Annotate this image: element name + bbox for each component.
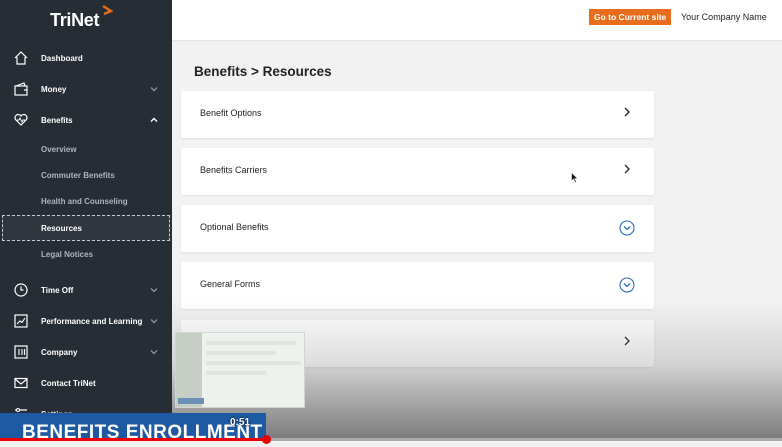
sidebar-item-company[interactable]: Company xyxy=(0,338,172,366)
chevron-down-icon[interactable] xyxy=(149,285,159,295)
sidebar-item-performance-and-learning[interactable]: Performance and Learning xyxy=(0,307,172,335)
thumbnail-row xyxy=(206,351,276,355)
go-to-current-site-button[interactable]: Go to Current site xyxy=(589,9,672,25)
chevron-down-icon[interactable] xyxy=(149,316,159,326)
company-icon xyxy=(14,345,28,359)
trinet-logo[interactable]: TriNet xyxy=(50,10,100,31)
sidebar-item-time-off[interactable]: Time Off xyxy=(0,276,172,304)
wallet-icon xyxy=(14,82,28,96)
video-timestamp: 0:51 xyxy=(230,417,251,428)
home-icon xyxy=(14,51,28,65)
video-preview-thumbnail[interactable] xyxy=(175,332,305,408)
chevron-up-icon[interactable] xyxy=(149,115,159,125)
card-optional-benefits[interactable]: Optional Benefits xyxy=(181,205,654,252)
sidebar-subitem-resources[interactable]: Resources xyxy=(2,215,170,241)
thumbnail-row xyxy=(206,361,301,365)
heart-icon xyxy=(14,113,28,126)
logo-arrow-icon xyxy=(102,5,113,16)
sidebar-item-benefits[interactable]: Benefits xyxy=(0,106,172,134)
sidebar-item-contact-trinet[interactable]: Contact TriNet xyxy=(0,369,172,397)
card-benefits-carriers[interactable]: Benefits Carriers xyxy=(181,148,654,195)
sidebar-item-label: Time Off xyxy=(41,285,74,295)
chevron-right-icon[interactable] xyxy=(621,335,633,347)
thumbnail-sidebar xyxy=(176,333,202,407)
card-label: General Forms xyxy=(200,279,261,289)
mail-icon xyxy=(14,377,28,389)
thumbnail-row xyxy=(206,371,266,375)
chevron-right-icon[interactable] xyxy=(621,106,633,118)
sidebar-item-label: Contact TriNet xyxy=(41,378,96,388)
card-benefit-options[interactable]: Benefit Options xyxy=(181,91,654,138)
sidebar-item-dashboard[interactable]: Dashboard xyxy=(0,44,172,72)
chart-icon xyxy=(14,314,28,328)
sidebar-item-label: Performance and Learning xyxy=(41,316,143,326)
company-name[interactable]: Your Company Name xyxy=(681,12,767,22)
thumbnail-row xyxy=(206,341,296,345)
sidebar-item-label: Dashboard xyxy=(41,53,83,63)
card-label: Optional Benefits xyxy=(200,222,269,232)
card-general-forms[interactable]: General Forms xyxy=(181,262,654,309)
chevron-down-circle-icon[interactable] xyxy=(619,220,635,236)
chevron-down-icon[interactable] xyxy=(149,347,159,357)
chevron-down-icon[interactable] xyxy=(149,84,159,94)
card-label: Benefits Carriers xyxy=(200,165,268,175)
sidebar-item-money[interactable]: Money xyxy=(0,75,172,103)
sidebar-item-label: Money xyxy=(41,84,67,94)
thumbnail-badge xyxy=(178,398,204,404)
chevron-right-icon[interactable] xyxy=(621,163,633,175)
video-title-text: BENEFITS ENROLLMENT xyxy=(22,422,263,443)
sidebar: TriNet Dashboard Money Benefits Overview… xyxy=(0,0,172,441)
mouse-cursor-icon xyxy=(571,172,579,183)
video-scrubber-handle[interactable] xyxy=(261,435,271,444)
breadcrumb: Benefits > Resources xyxy=(194,64,332,79)
clock-icon xyxy=(14,283,28,297)
sidebar-item-label: Company xyxy=(41,347,78,357)
sidebar-item-label: Benefits xyxy=(41,115,73,125)
card-label: Benefit Options xyxy=(200,108,262,118)
sidebar-subitem-commuter-benefits[interactable]: Commuter Benefits xyxy=(0,163,172,187)
chevron-down-circle-icon[interactable] xyxy=(619,277,635,293)
sidebar-subitem-health-and-counseling[interactable]: Health and Counseling xyxy=(0,189,172,213)
sidebar-subitem-overview[interactable]: Overview xyxy=(0,137,172,161)
sidebar-subitem-legal-notices[interactable]: Legal Notices xyxy=(0,242,172,266)
